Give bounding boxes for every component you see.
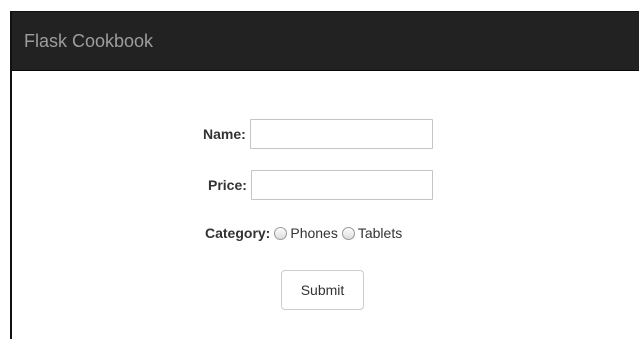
- name-label: Name:: [203, 126, 246, 142]
- category-row: Category: Phones Tablets: [205, 225, 402, 241]
- phones-radio[interactable]: [274, 226, 288, 240]
- browser-viewport: Flask Cookbook Name: Price: Category: Ph…: [10, 11, 639, 339]
- price-row: Price:: [208, 170, 433, 200]
- category-option-tablets[interactable]: Tablets: [338, 225, 402, 241]
- name-input[interactable]: [249, 119, 433, 149]
- navbar: Flask Cookbook: [12, 12, 639, 71]
- price-label: Price:: [208, 177, 247, 193]
- category-label: Category:: [205, 225, 271, 241]
- phones-radio-label: Phones: [290, 225, 338, 241]
- tablets-radio-label: Tablets: [357, 225, 403, 241]
- name-row: Name:: [203, 119, 433, 149]
- navbar-brand[interactable]: Flask Cookbook: [24, 31, 153, 51]
- submit-button[interactable]: Submit: [281, 270, 364, 310]
- price-input[interactable]: [250, 170, 433, 200]
- category-option-phones[interactable]: Phones: [270, 225, 338, 241]
- tablets-radio[interactable]: [341, 226, 355, 240]
